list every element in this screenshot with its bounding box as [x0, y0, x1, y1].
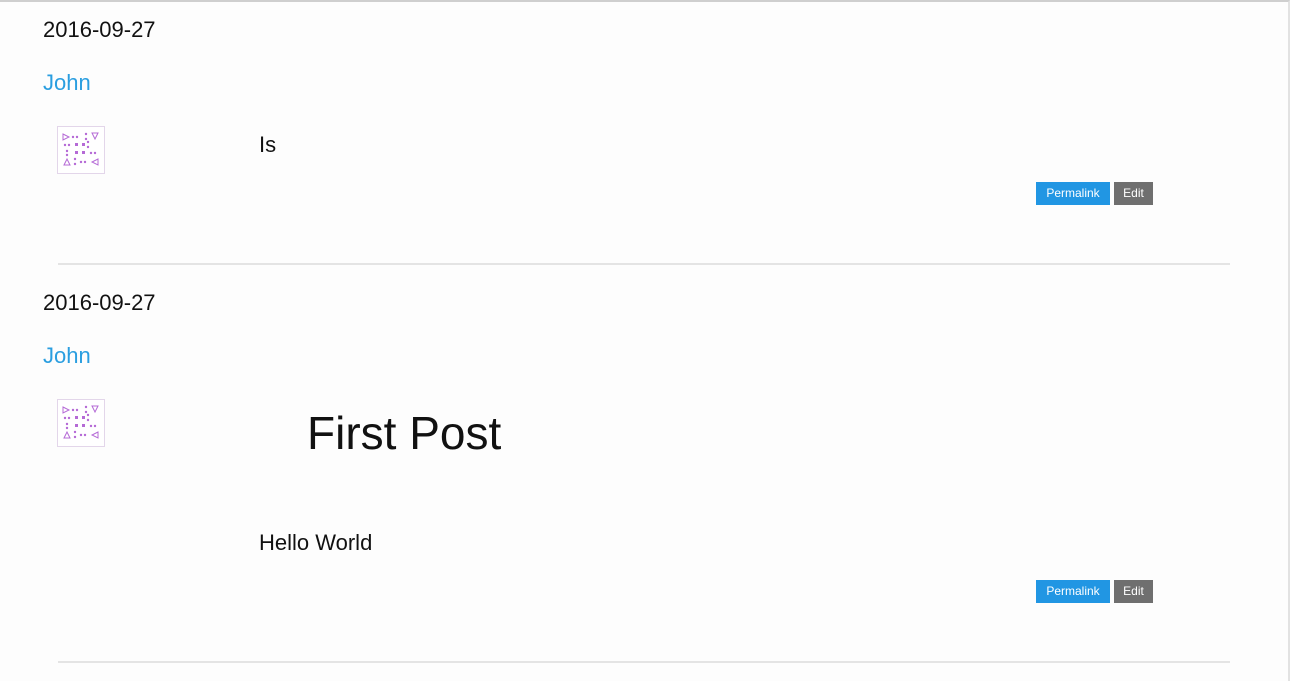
permalink-button[interactable]: Permalink [1036, 580, 1110, 603]
post-date: 2016-09-27 [43, 290, 156, 315]
post-heading: First Post [307, 407, 502, 459]
identicon-avatar-icon [57, 399, 105, 447]
post-body: Is [259, 132, 277, 157]
post-author-link[interactable]: John [43, 343, 91, 369]
permalink-button[interactable]: Permalink [1036, 182, 1110, 205]
edit-button[interactable]: Edit [1114, 580, 1153, 603]
post-divider [58, 661, 1230, 663]
post-actions: Permalink Edit [1036, 580, 1153, 603]
identicon-avatar-icon [57, 126, 105, 174]
edit-button[interactable]: Edit [1114, 182, 1153, 205]
post-actions: Permalink Edit [1036, 182, 1153, 205]
post-date: 2016-09-27 [43, 17, 156, 42]
post-list: 2016-09-27 John Is Permalink Edit 2016-0… [0, 0, 1290, 681]
post-author-link[interactable]: John [43, 70, 91, 96]
post-divider [58, 263, 1230, 265]
post-body: Hello World [259, 530, 373, 555]
